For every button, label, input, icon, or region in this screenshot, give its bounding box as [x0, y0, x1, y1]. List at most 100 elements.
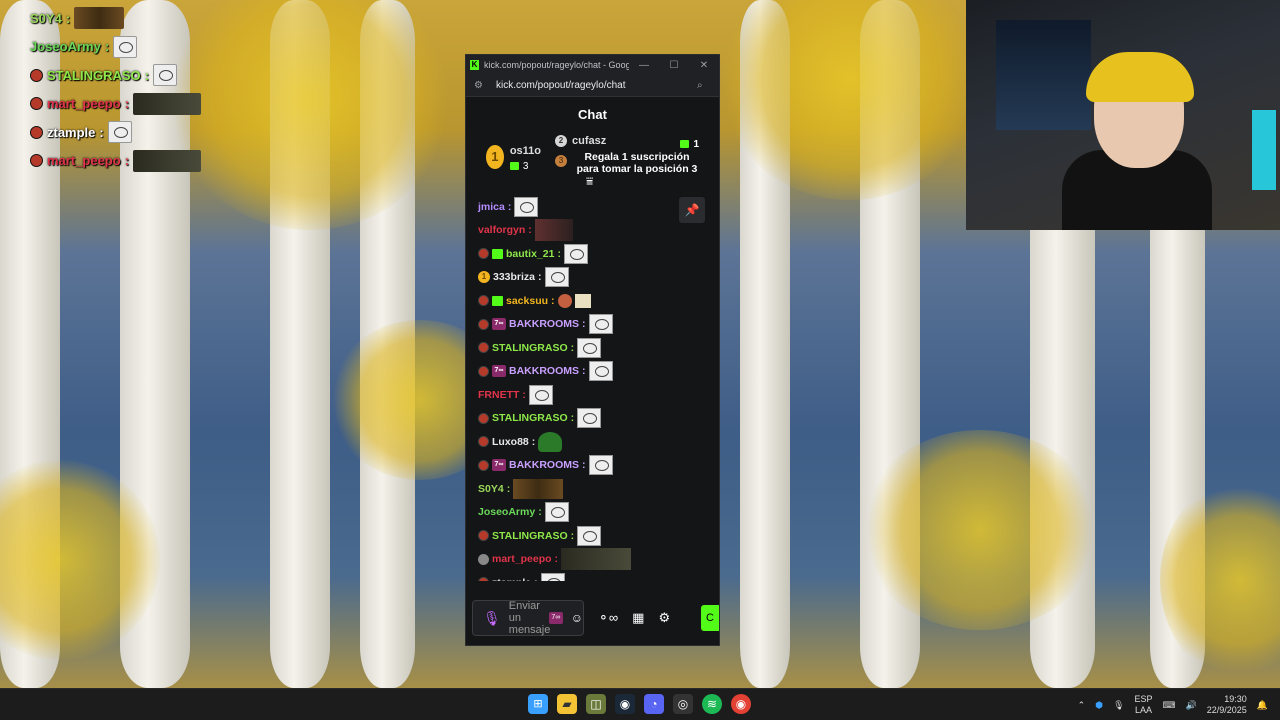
- message-username[interactable]: BAKKROOMS: [509, 459, 579, 471]
- security-icon[interactable]: ⬢: [1095, 700, 1103, 711]
- mod-badge-icon[interactable]: [478, 436, 489, 448]
- store-icon[interactable]: ▦: [632, 610, 644, 626]
- maximize-icon[interactable]: ☐: [659, 60, 689, 71]
- collapse-icon[interactable]: ⩸: [586, 174, 593, 189]
- message-username[interactable]: BAKKROOMS: [509, 318, 579, 330]
- message-username[interactable]: Luxo88: [492, 436, 529, 448]
- minimize-icon[interactable]: —: [629, 60, 659, 71]
- language-indicator[interactable]: ESP LAA: [1135, 694, 1153, 716]
- chat-message[interactable]: 7∞ BAKKROOMS:: [478, 454, 707, 478]
- kick-logo-icon: K: [470, 60, 479, 70]
- webcam-feed: [966, 0, 1280, 230]
- message-username[interactable]: valforgyn: [478, 224, 525, 236]
- url-text[interactable]: kick.com/popout/rageylo/chat: [488, 80, 697, 91]
- mod-badge-icon[interactable]: [478, 295, 489, 307]
- rank-2-badge: 2: [555, 135, 567, 147]
- url-bar[interactable]: ⚙ kick.com/popout/rageylo/chat ⌕: [466, 75, 719, 97]
- message-username[interactable]: 333briza: [493, 271, 535, 283]
- message-colon: :: [570, 412, 575, 425]
- site-settings-icon[interactable]: ⚙: [474, 80, 488, 91]
- chat-message[interactable]: 7∞ BAKKROOMS:: [478, 313, 707, 337]
- notifications-icon[interactable]: 🔔: [1257, 700, 1268, 711]
- message-username[interactable]: STALINGRASO: [492, 530, 568, 542]
- chat-message[interactable]: jmica:: [478, 195, 707, 219]
- sub-badge-icon[interactable]: [492, 248, 503, 259]
- close-icon[interactable]: ✕: [689, 60, 719, 71]
- chat-message[interactable]: JoseoArmy:: [478, 501, 707, 525]
- 777-badge-icon[interactable]: 7∞: [492, 459, 506, 472]
- chat-input[interactable]: 🎙 Enviar un mensaje 7∞ ☺: [472, 600, 584, 636]
- obs-icon[interactable]: ◎: [673, 694, 693, 714]
- 777-badge-icon[interactable]: 7∞: [492, 318, 506, 331]
- file-explorer-icon[interactable]: ▰: [557, 694, 577, 714]
- window-titlebar[interactable]: K kick.com/popout/rageylo/chat - Google.…: [466, 55, 719, 75]
- emote-wide: [561, 548, 632, 571]
- message-username[interactable]: STALINGRASO: [492, 412, 568, 424]
- clock[interactable]: 19:30 22/9/2025: [1207, 694, 1247, 716]
- leader-second[interactable]: 2 cufasz 1: [555, 135, 701, 150]
- message-username[interactable]: ztample: [492, 577, 531, 581]
- emoji-icon[interactable]: ☺: [571, 611, 583, 625]
- message-username[interactable]: JoseoArmy: [478, 506, 535, 518]
- start-icon[interactable]: ⊞: [528, 694, 548, 714]
- message-username[interactable]: mart_peepo: [492, 553, 552, 565]
- send-button[interactable]: C: [701, 605, 719, 631]
- message-username[interactable]: S0Y4: [478, 483, 504, 495]
- game-app-icon[interactable]: ◫: [586, 694, 606, 714]
- volume-icon[interactable]: 🔊: [1186, 700, 1197, 711]
- chat-message[interactable]: valforgyn:: [478, 219, 707, 243]
- points-icon[interactable]: ⚬∞: [598, 610, 618, 626]
- chat-message[interactable]: Luxo88:: [478, 430, 707, 454]
- microphone-icon[interactable]: 🎙: [483, 610, 501, 627]
- pin-icon[interactable]: 📌: [679, 197, 705, 223]
- mod-badge-icon[interactable]: [478, 318, 489, 330]
- message-username[interactable]: jmica: [478, 201, 505, 213]
- chat-message[interactable]: FRNETT:: [478, 383, 707, 407]
- settings-icon[interactable]: ⚙: [658, 610, 670, 626]
- leader-first[interactable]: os11o 3: [509, 145, 541, 189]
- message-username[interactable]: sacksuu: [506, 295, 548, 307]
- mod-badge-icon[interactable]: [478, 577, 489, 581]
- leader-third[interactable]: 3 Regala 1 suscripción para tomar la pos…: [555, 151, 701, 175]
- network-icon[interactable]: ⌨: [1163, 700, 1176, 711]
- message-username[interactable]: FRNETT: [478, 389, 519, 401]
- mod-badge-icon[interactable]: [478, 459, 489, 471]
- chat-message[interactable]: STALINGRASO:: [478, 336, 707, 360]
- gold-badge-icon[interactable]: 1: [478, 271, 490, 284]
- chat-message[interactable]: bautix_21:: [478, 242, 707, 266]
- chrome-icon[interactable]: ◉: [731, 694, 751, 714]
- overlay-username: STALINGRASO: [47, 67, 141, 83]
- emote-face: [588, 361, 613, 382]
- popout-chat-window: K kick.com/popout/rageylo/chat - Google.…: [465, 54, 720, 646]
- clock-time: 19:30: [1224, 694, 1247, 704]
- mod-badge-icon[interactable]: [478, 365, 489, 377]
- mod-badge-icon[interactable]: [478, 530, 489, 542]
- steam-icon[interactable]: ◉: [615, 694, 635, 714]
- chat-message[interactable]: S0Y4:: [478, 477, 707, 501]
- spotify-icon[interactable]: ≋: [702, 694, 722, 714]
- 777-badge-icon[interactable]: 7∞: [492, 365, 506, 378]
- chat-message[interactable]: STALINGRASO:: [478, 524, 707, 548]
- message-username[interactable]: BAKKROOMS: [509, 365, 579, 377]
- moderator-badge-icon: [30, 154, 43, 168]
- chat-message[interactable]: 1 333briza:: [478, 266, 707, 290]
- mod-badge-icon[interactable]: [478, 248, 489, 260]
- mod-badge-icon[interactable]: [478, 412, 489, 424]
- sub-badge-icon[interactable]: [492, 295, 503, 306]
- microphone-icon[interactable]: 🎙: [1113, 700, 1124, 711]
- chat-message[interactable]: sacksuu:: [478, 289, 707, 313]
- chat-message[interactable]: 7∞ BAKKROOMS:: [478, 360, 707, 384]
- chat-message[interactable]: STALINGRASO:: [478, 407, 707, 431]
- chat-message[interactable]: ztample:: [478, 571, 707, 581]
- discord-icon[interactable]: ◔: [644, 694, 664, 714]
- mod-badge-icon[interactable]: [478, 342, 489, 354]
- chevron-up-icon[interactable]: ⌃: [1078, 700, 1086, 711]
- message-username[interactable]: bautix_21: [506, 248, 554, 260]
- zoom-icon[interactable]: ⌕: [697, 80, 711, 91]
- message-username[interactable]: STALINGRASO: [492, 342, 568, 354]
- grey-badge-icon[interactable]: [478, 553, 489, 565]
- moderator-badge-icon: [30, 125, 43, 139]
- emote-777-icon[interactable]: 7∞: [548, 612, 563, 624]
- chat-message[interactable]: mart_peepo:: [478, 548, 707, 572]
- taskbar: ⊞ ▰ ◫ ◉ ◔ ◎ ≋ ◉ ⌃ ⬢ 🎙 ESP LAA ⌨ 🔊 19:30 …: [0, 688, 1280, 720]
